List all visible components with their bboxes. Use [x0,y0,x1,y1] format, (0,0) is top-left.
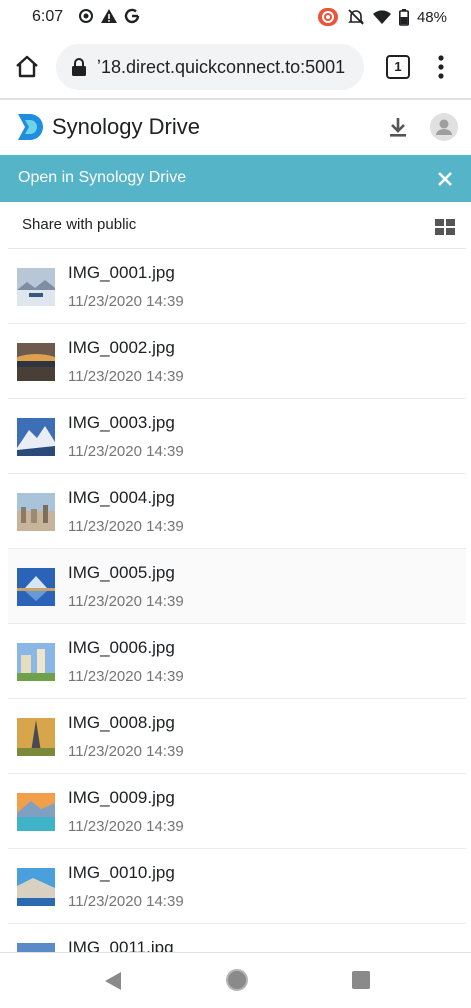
home-icon[interactable] [14,54,40,80]
file-name: IMG_0010.jpg [68,863,175,882]
file-name: IMG_0002.jpg [68,338,175,357]
file-date: 11/23/2020 14:39 [68,668,184,685]
battery-icon [398,8,409,26]
image-thumbnail-icon [17,793,55,831]
overflow-menu-icon[interactable] [437,54,445,80]
status-icons-right: 48% [317,7,447,27]
status-icons-left [78,8,140,24]
image-thumbnail-icon [17,643,55,681]
list-item[interactable]: IMG_0003.jpg 11/23/2020 14:39 [8,399,466,474]
grid-view-icon[interactable] [435,219,455,235]
file-list: IMG_0001.jpg 11/23/2020 14:39 IMG_0002.j… [8,248,466,953]
file-name: IMG_0006.jpg [68,638,175,657]
banner-text[interactable]: Open in Synology Drive [18,169,186,187]
share-header: Share with public [0,202,471,248]
user-icon [436,119,452,135]
app-header: Synology Drive [0,100,471,155]
file-date: 11/23/2020 14:39 [68,818,184,835]
file-date: 11/23/2020 14:39 [68,443,184,460]
mute-icon [348,9,364,25]
file-date: 11/23/2020 14:39 [68,893,184,910]
avatar[interactable] [430,113,458,141]
list-item[interactable]: IMG_0010.jpg 11/23/2020 14:39 [8,849,466,924]
download-icon[interactable] [387,116,409,138]
image-thumbnail-icon [17,718,55,756]
synology-drive-logo-icon [18,114,43,140]
list-item[interactable]: IMG_0001.jpg 11/23/2020 14:39 [8,249,466,324]
file-date: 11/23/2020 14:39 [68,593,184,610]
file-name: IMG_0009.jpg [68,788,175,807]
file-date: 11/23/2020 14:39 [68,293,184,310]
url-text[interactable]: ʼ18.direct.quickconnect.to:5001 [97,57,345,78]
file-name: IMG_0003.jpg [68,413,175,432]
open-in-app-banner[interactable]: Open in Synology Drive [0,155,471,202]
address-bar[interactable]: ʼ18.direct.quickconnect.to:5001 [56,44,364,90]
record-icon [317,8,338,26]
tab-switcher-button[interactable]: 1 [386,55,410,79]
browser-toolbar: ʼ18.direct.quickconnect.to:5001 1 [0,36,471,98]
list-item[interactable]: IMG_0004.jpg 11/23/2020 14:39 [8,474,466,549]
close-icon[interactable] [436,170,454,188]
file-name: IMG_0008.jpg [68,713,175,732]
file-name: IMG_0004.jpg [68,488,175,507]
file-date: 11/23/2020 14:39 [68,743,184,760]
list-item[interactable]: IMG_0008.jpg 11/23/2020 14:39 [8,699,466,774]
wifi-icon [372,10,391,24]
home-nav-icon[interactable] [226,969,248,991]
file-name: IMG_0005.jpg [68,563,175,582]
status-bar: 6:07 48% [0,0,471,36]
back-icon[interactable] [104,971,122,991]
google-icon [124,8,140,24]
warning-icon [101,9,117,23]
share-label: Share with public [22,216,137,233]
image-thumbnail-icon [17,568,55,606]
battery-percent: 48% [416,8,447,26]
list-item[interactable]: IMG_0006.jpg 11/23/2020 14:39 [8,624,466,699]
system-nav-bar [0,952,471,1008]
image-thumbnail-icon [17,868,55,906]
image-thumbnail-icon [17,418,55,456]
file-date: 11/23/2020 14:39 [68,368,184,385]
list-item[interactable]: IMG_0009.jpg 11/23/2020 14:39 [8,774,466,849]
file-name: IMG_0001.jpg [68,263,175,282]
file-name: IMG_0011.jpg [68,938,174,953]
file-date: 11/23/2020 14:39 [68,518,184,535]
list-item[interactable]: IMG_0011.jpg [8,924,466,953]
list-item[interactable]: IMG_0005.jpg 11/23/2020 14:39 [8,549,466,624]
location-icon [79,9,93,23]
recents-icon[interactable] [352,971,370,989]
status-time: 6:07 [32,8,64,25]
list-item[interactable]: IMG_0002.jpg 11/23/2020 14:39 [8,324,466,399]
lock-icon [72,58,86,76]
image-thumbnail-icon [17,343,55,381]
image-thumbnail-icon [17,493,55,531]
app-title: Synology Drive [52,114,200,139]
image-thumbnail-icon [17,268,55,306]
